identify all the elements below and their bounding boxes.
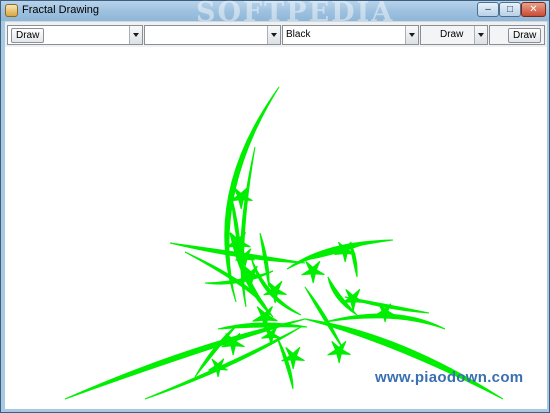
- window-title: Fractal Drawing: [22, 4, 100, 16]
- app-icon: [5, 4, 18, 17]
- app-window: Fractal Drawing SOFTPEDIA – □ ✕ Draw Bla…: [0, 0, 550, 413]
- draw-button-container: Draw: [489, 25, 545, 45]
- fractal-spike: [304, 318, 504, 400]
- fractal-spike: [217, 322, 308, 330]
- color-value: Black: [286, 29, 311, 40]
- chevron-down-icon[interactable]: [267, 26, 280, 44]
- fractal-spike: [224, 86, 280, 303]
- fractal-burst: [301, 260, 325, 284]
- fractal-burst: [263, 280, 287, 304]
- title-bar[interactable]: Fractal Drawing SOFTPEDIA – □ ✕: [1, 0, 549, 28]
- fractal-burst: [341, 288, 365, 312]
- maximize-button[interactable]: □: [499, 2, 521, 17]
- fractal-type-combo[interactable]: [144, 25, 281, 45]
- fractal-burst: [327, 340, 351, 364]
- color-combo[interactable]: Black: [282, 25, 419, 45]
- minimize-button[interactable]: –: [477, 2, 499, 17]
- site-watermark: www.piaodown.com: [375, 369, 524, 386]
- fractal-drawing: [64, 86, 504, 400]
- drawing-canvas[interactable]: www.piaodown.com: [5, 47, 547, 409]
- draw-combo-button[interactable]: Draw: [11, 28, 45, 43]
- chevron-down-icon[interactable]: [474, 26, 487, 44]
- close-button[interactable]: ✕: [521, 2, 546, 17]
- draw-button[interactable]: Draw: [508, 28, 542, 43]
- fractal-burst: [208, 358, 228, 378]
- chevron-down-icon[interactable]: [405, 26, 418, 44]
- draw-mode-combo[interactable]: Draw: [7, 25, 143, 45]
- toolbar: Draw Black Draw Draw: [5, 21, 547, 47]
- fractal-spike: [276, 336, 294, 390]
- chevron-down-icon[interactable]: [129, 26, 142, 44]
- draw-option-value: Draw: [440, 29, 464, 40]
- fractal-spike: [300, 242, 368, 262]
- draw-option-combo[interactable]: Draw: [420, 25, 488, 45]
